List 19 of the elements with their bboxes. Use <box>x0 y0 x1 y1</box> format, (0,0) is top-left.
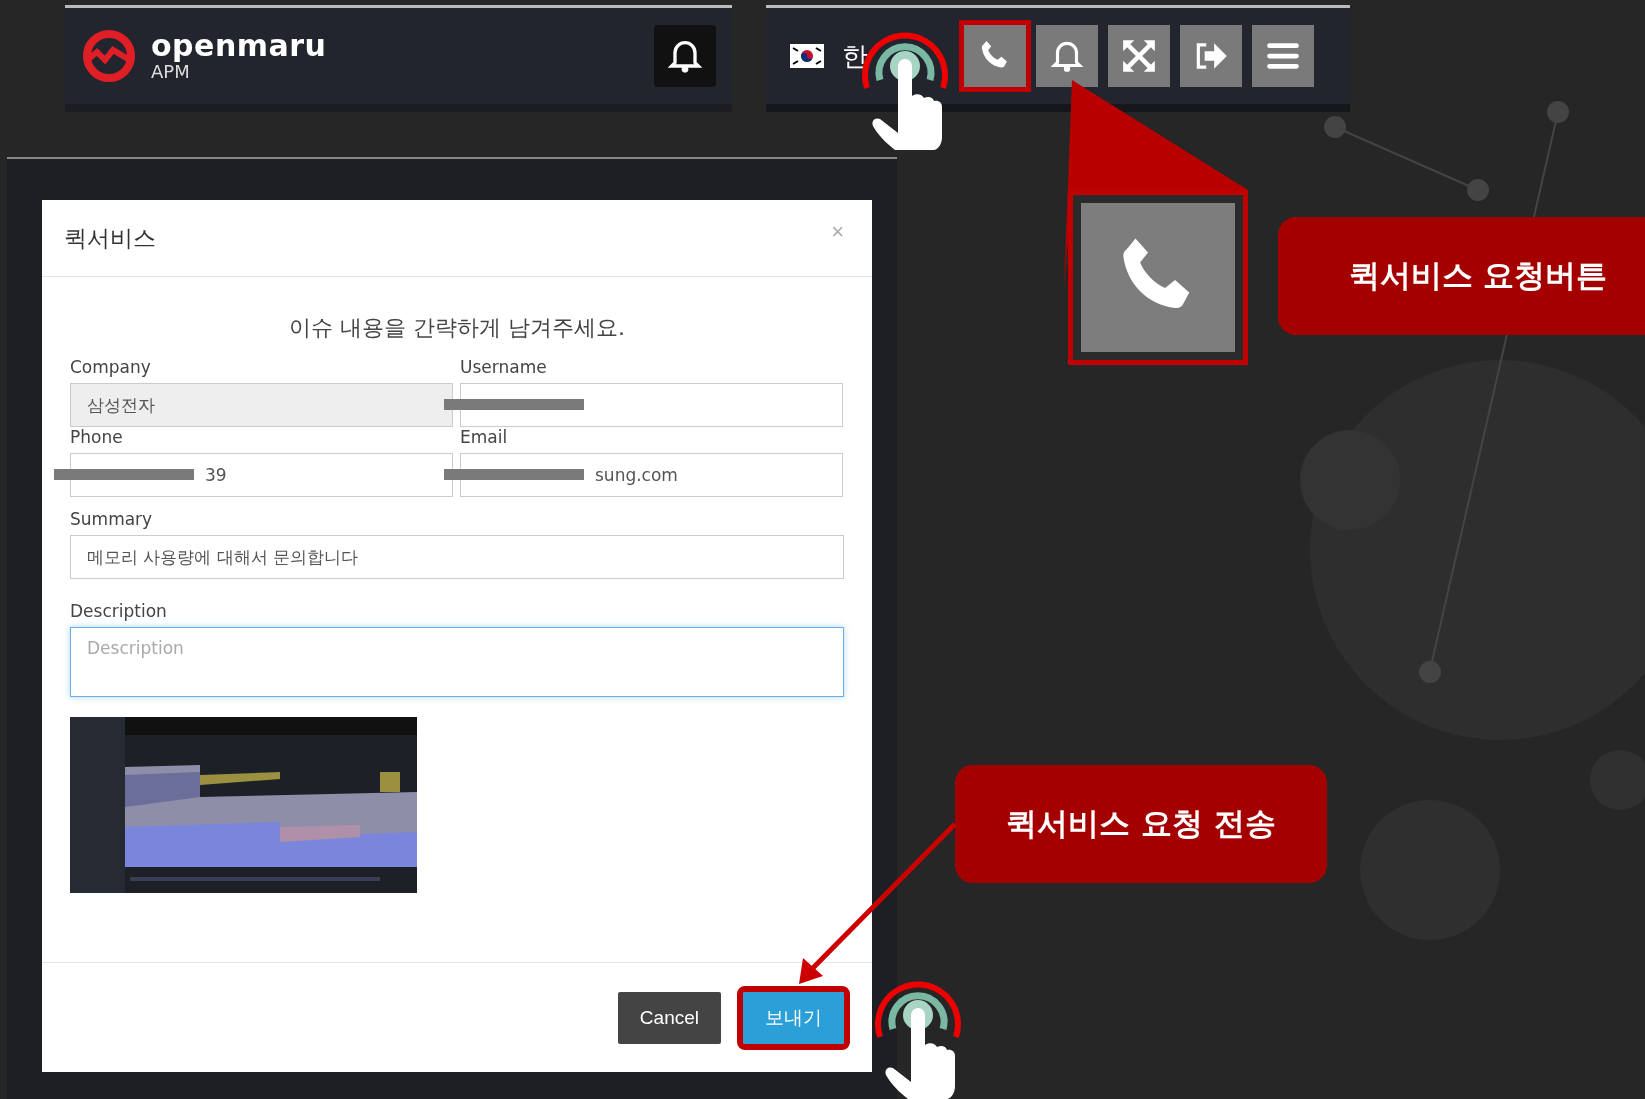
language-selector[interactable]: 한 <box>842 38 868 74</box>
logo-name: openmaru <box>151 30 328 61</box>
dialog-prompt: 이슈 내용을 간략하게 남겨주세요. <box>289 314 625 342</box>
notification-button[interactable] <box>654 25 716 87</box>
expand-icon <box>1120 37 1158 75</box>
field-label: Summary <box>70 509 154 531</box>
korean-flag-icon <box>790 44 824 68</box>
field-label: Company <box>70 357 152 379</box>
field-label: Description <box>70 601 168 623</box>
dialog-title: 퀵서비스 <box>64 223 156 253</box>
callout-label: 퀵서비스 요청 전송 <box>955 765 1327 883</box>
input-field[interactable]: sung.com <box>460 453 843 497</box>
phone-button[interactable] <box>959 20 1031 92</box>
logo-icon <box>81 28 137 84</box>
callout-label: 퀵서비스 요청버튼 <box>1278 217 1645 335</box>
summary-field[interactable]: 메모리 사용량에 대해서 문의합니다 <box>70 535 844 579</box>
field-label: Phone <box>70 427 124 449</box>
field-label: Username <box>460 357 548 379</box>
field-label: Email <box>460 427 509 449</box>
